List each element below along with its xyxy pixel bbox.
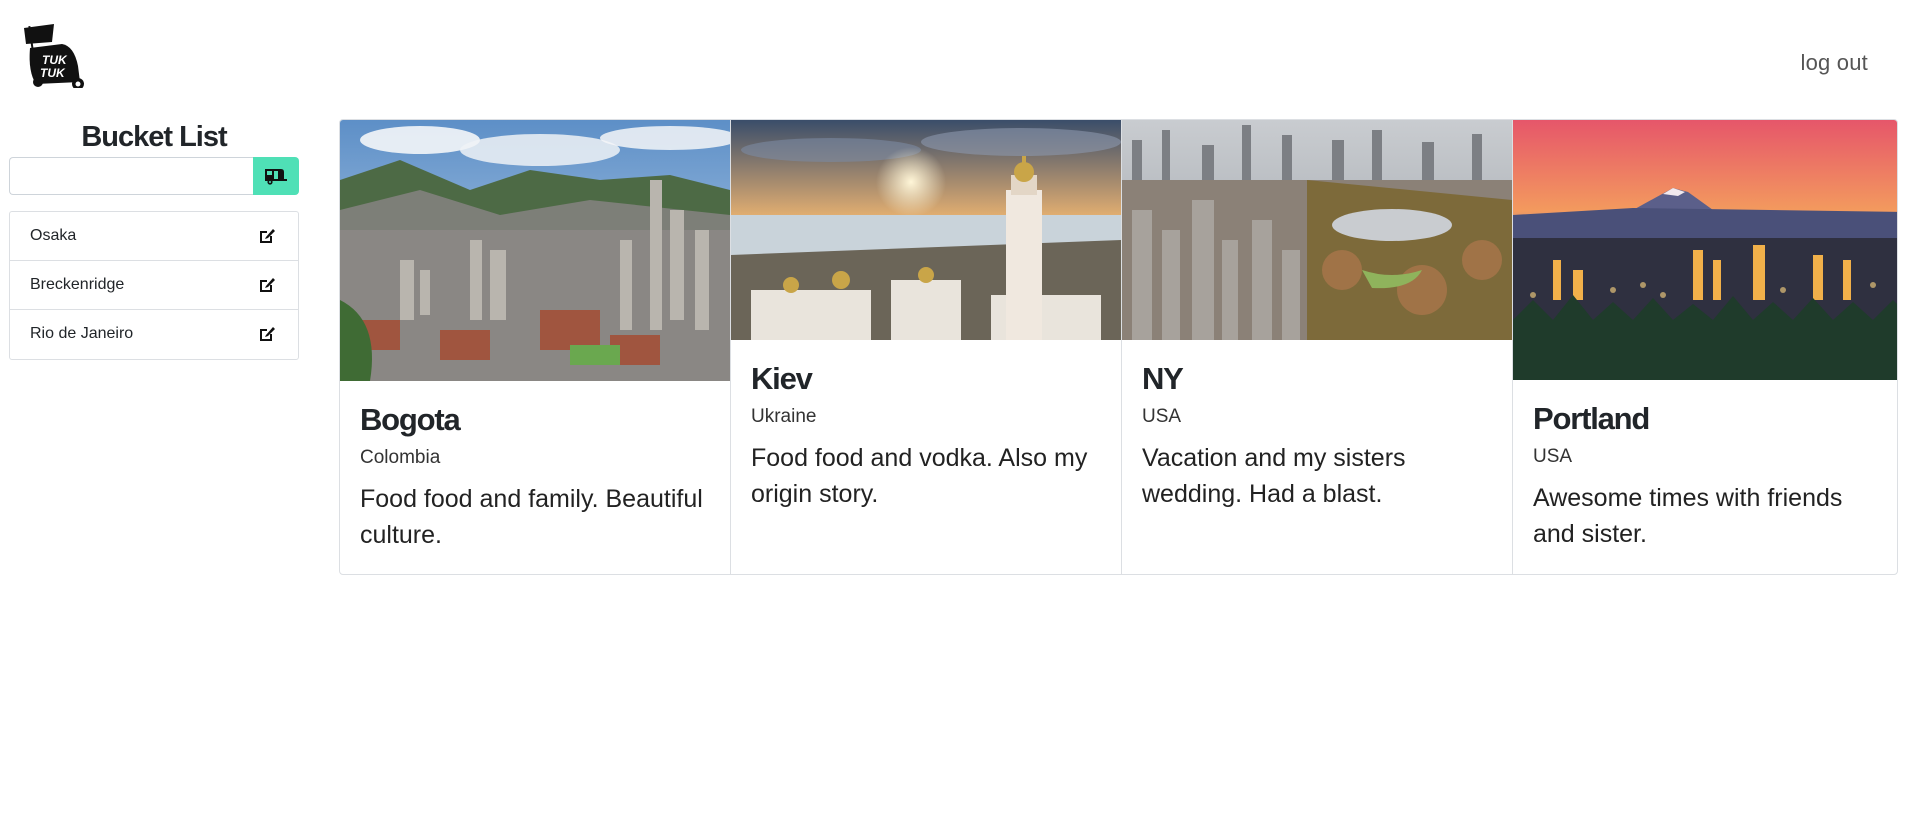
bucket-list: Osaka Breckenridge Rio de Janeiro	[9, 210, 299, 360]
list-item-label: Osaka	[30, 226, 77, 244]
list-item[interactable]: Osaka	[10, 212, 298, 261]
card-text: Vacation and my sisters wedding. Had a b…	[1142, 444, 1406, 509]
svg-text:TUK: TUK	[40, 66, 66, 80]
destination-card[interactable]: NY USA Vacation and my sisters wedding. …	[1122, 120, 1513, 574]
card-subtitle: USA	[1533, 446, 1573, 468]
edit-icon[interactable]	[258, 275, 278, 295]
bogota-city-photo	[340, 120, 730, 381]
destination-card[interactable]: Kiev Ukraine Food food and vodka. Also m…	[731, 120, 1122, 574]
bucket-list-sidebar: Bucket List Osaka Breckenridge Rio de Ja…	[9, 120, 299, 360]
card-body: Portland USA Awesome times with friends …	[1513, 380, 1897, 553]
new-york-city-photo	[1122, 120, 1512, 340]
list-item-label: Rio de Janeiro	[30, 325, 134, 343]
card-subtitle: Ukraine	[751, 406, 817, 428]
card-body: Kiev Ukraine Food food and vodka. Also m…	[731, 340, 1121, 513]
list-item-label: Breckenridge	[30, 275, 125, 293]
tuktuk-logo[interactable]: TUK TUK	[22, 22, 88, 90]
list-item[interactable]: Breckenridge	[10, 261, 298, 310]
bucket-list-title: Bucket List	[81, 121, 227, 153]
add-destination-button[interactable]	[253, 156, 299, 195]
card-text: Awesome times with friends and sister.	[1533, 484, 1843, 549]
edit-icon[interactable]	[258, 226, 278, 246]
destination-input[interactable]	[9, 156, 253, 195]
logout-link[interactable]: log out	[1801, 50, 1868, 76]
caravan-icon	[265, 168, 287, 185]
kiev-city-photo	[731, 120, 1121, 340]
card-title: NY	[1142, 361, 1184, 396]
card-title: Kiev	[751, 361, 813, 396]
destination-card[interactable]: Bogota Colombia Food food and family. Be…	[340, 120, 731, 574]
card-title: Portland	[1533, 401, 1650, 436]
svg-text:TUK: TUK	[42, 53, 68, 67]
edit-icon[interactable]	[258, 324, 278, 344]
destination-card[interactable]: Portland USA Awesome times with friends …	[1513, 120, 1897, 574]
card-subtitle: Colombia	[360, 447, 441, 469]
portland-city-photo	[1513, 120, 1897, 380]
add-destination-row	[9, 156, 299, 195]
card-text: Food food and family. Beautiful culture.	[360, 485, 703, 550]
card-title: Bogota	[360, 402, 461, 437]
card-subtitle: USA	[1142, 406, 1182, 428]
card-body: NY USA Vacation and my sisters wedding. …	[1122, 340, 1512, 513]
card-body: Bogota Colombia Food food and family. Be…	[340, 381, 730, 554]
list-item[interactable]: Rio de Janeiro	[10, 310, 298, 359]
card-text: Food food and vodka. Also my origin stor…	[751, 444, 1088, 509]
destination-cards: Bogota Colombia Food food and family. Be…	[339, 119, 1898, 575]
